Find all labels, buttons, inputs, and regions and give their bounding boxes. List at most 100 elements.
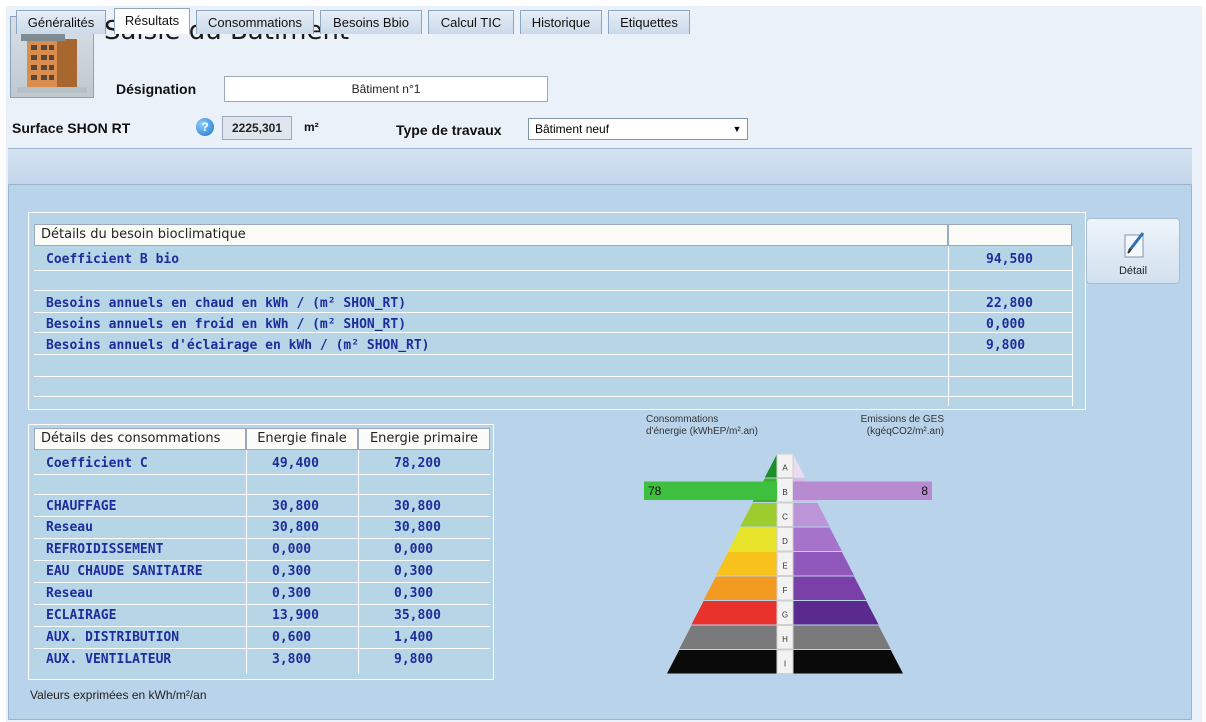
conso-row-label: ECLAIRAGE — [46, 608, 117, 623]
surface-label: Surface SHON RT — [12, 120, 131, 136]
type-travaux-label: Type de travaux — [396, 122, 502, 138]
pyramid-class-label: H — [782, 635, 788, 644]
conso-row-label: Coefficient C — [46, 456, 148, 471]
pyramid-left-band — [667, 650, 777, 674]
conso-row-label: CHAUFFAGE — [46, 499, 117, 514]
conso-row-primaire: 0,300 — [394, 586, 434, 601]
pyramid-class-label: G — [782, 610, 788, 619]
footer-note: Valeurs exprimées en kWh/m²/an — [30, 688, 207, 702]
bbio-row-label: Coefficient B bio — [46, 252, 180, 267]
conso-row-line — [34, 538, 490, 539]
bbio-row-line — [34, 354, 1072, 355]
chevron-down-icon[interactable]: ▼ — [730, 122, 744, 136]
bbio-row-value: 94,500 — [986, 252, 1033, 267]
conso-row-primaire: 35,800 — [394, 608, 441, 623]
conso-row-primaire: 1,400 — [394, 630, 434, 645]
conso-row-primaire: 30,800 — [394, 520, 441, 535]
pyramid-class-label: A — [782, 463, 788, 472]
bbio-col-sep — [1072, 246, 1073, 406]
tab-besoins-bbio[interactable]: Besoins Bbio — [320, 10, 422, 34]
conso-row-finale: 0,000 — [272, 542, 312, 557]
conso-row-line — [34, 516, 490, 517]
bbio-row-label: Besoins annuels en froid en kWh / (m² SH… — [46, 317, 407, 332]
conso-row-label: AUX. DISTRIBUTION — [46, 630, 180, 645]
conso-row-finale: 0,300 — [272, 586, 312, 601]
pyramid-right-band — [793, 503, 830, 527]
detail-button[interactable]: Détail — [1086, 218, 1180, 284]
conso-row-line — [34, 648, 490, 649]
surface-unit: m² — [304, 120, 319, 134]
pyramid-right-band — [793, 552, 855, 576]
pyramid-right-band — [793, 625, 891, 649]
energy-pyramid: A B C D E F G H I 78 8 — [644, 453, 932, 674]
conso-row-finale: 30,800 — [272, 520, 319, 535]
bbio-row-line — [34, 376, 1072, 377]
conso-header-finale: Energie finale — [246, 428, 358, 450]
tab-etiquettes[interactable]: Etiquettes — [608, 10, 690, 34]
conso-marker-value: 78 — [648, 484, 662, 498]
pyramid-class-label: I — [784, 659, 786, 668]
bbio-row-line — [34, 290, 1072, 291]
pyramid-right-band — [793, 576, 867, 600]
designation-field[interactable]: Bâtiment n°1 — [224, 76, 548, 102]
help-icon[interactable]: ? — [196, 118, 214, 136]
conso-row-line — [34, 604, 490, 605]
pyramid-right-band — [793, 454, 806, 478]
bbio-grid-header-value — [948, 224, 1072, 246]
conso-row-label: Reseau — [46, 586, 93, 601]
conso-row-finale: 49,400 — [272, 456, 319, 471]
conso-row-finale: 13,900 — [272, 608, 319, 623]
tab-generalites[interactable]: Généralités — [16, 10, 106, 34]
pyramid-right-band — [793, 601, 879, 625]
conso-col-sep — [358, 450, 359, 674]
pyramid-left-band — [679, 625, 777, 649]
type-travaux-value: Bâtiment neuf — [535, 122, 610, 136]
conso-row-primaire: 78,200 — [394, 456, 441, 471]
conso-row-label: Reseau — [46, 520, 93, 535]
pyramid-right-band — [793, 650, 903, 674]
pyramid-class-label: B — [782, 488, 787, 497]
energy-left-title: Consommations d'énergie (kWhEP/m².an) — [646, 414, 758, 437]
conso-row-label: REFROIDISSEMENT — [46, 542, 164, 557]
bbio-row-line — [34, 396, 1072, 397]
tab-historique[interactable]: Historique — [520, 10, 602, 34]
bbio-row-value: 0,000 — [986, 317, 1026, 332]
conso-marker — [644, 481, 777, 500]
pen-paper-icon — [1123, 229, 1147, 264]
type-travaux-select[interactable]: Bâtiment neuf ▼ — [528, 118, 748, 140]
conso-header-label: Détails des consommations — [34, 428, 246, 450]
conso-col-sep — [246, 450, 247, 674]
tab-consommations[interactable]: Consommations — [196, 10, 314, 34]
pyramid-right-band — [793, 527, 842, 551]
surface-field[interactable]: 2225,301 — [222, 116, 292, 140]
pyramid-class-label: E — [782, 561, 787, 570]
bbio-grid-header: Détails du besoin bioclimatique — [34, 224, 948, 246]
conso-row-line — [34, 560, 490, 561]
pyramid-left-band — [728, 527, 777, 551]
detail-button-label: Détail — [1118, 265, 1148, 277]
conso-row-label: EAU CHAUDE SANITAIRE — [46, 564, 203, 579]
conso-row-primaire: 9,800 — [394, 652, 434, 667]
pyramid-class-label: F — [783, 586, 788, 595]
conso-row-finale: 0,300 — [272, 564, 312, 579]
tab-resultats[interactable]: Résultats — [114, 8, 190, 34]
pyramid-class-label: D — [782, 537, 788, 546]
pyramid-left-band — [703, 576, 777, 600]
conso-row-label: AUX. VENTILATEUR — [46, 652, 172, 667]
bbio-row-value: 9,800 — [986, 338, 1026, 353]
pyramid-left-band — [691, 601, 777, 625]
ges-marker — [793, 481, 932, 500]
conso-row-finale: 0,600 — [272, 630, 312, 645]
pyramid-left-band — [764, 454, 777, 478]
conso-row-primaire: 30,800 — [394, 499, 441, 514]
bbio-row-label: Besoins annuels d'éclairage en kWh / (m²… — [46, 338, 430, 353]
tabs-bar — [8, 148, 1192, 185]
pyramid-left-band — [715, 552, 777, 576]
ges-marker-value: 8 — [921, 484, 928, 498]
pyramid-class-label: C — [782, 512, 788, 521]
designation-label: Désignation — [116, 81, 197, 97]
bbio-row-line — [34, 270, 1072, 271]
conso-row-finale: 30,800 — [272, 499, 319, 514]
conso-row-primaire: 0,000 — [394, 542, 434, 557]
tab-calcul-tic[interactable]: Calcul TIC — [428, 10, 514, 34]
